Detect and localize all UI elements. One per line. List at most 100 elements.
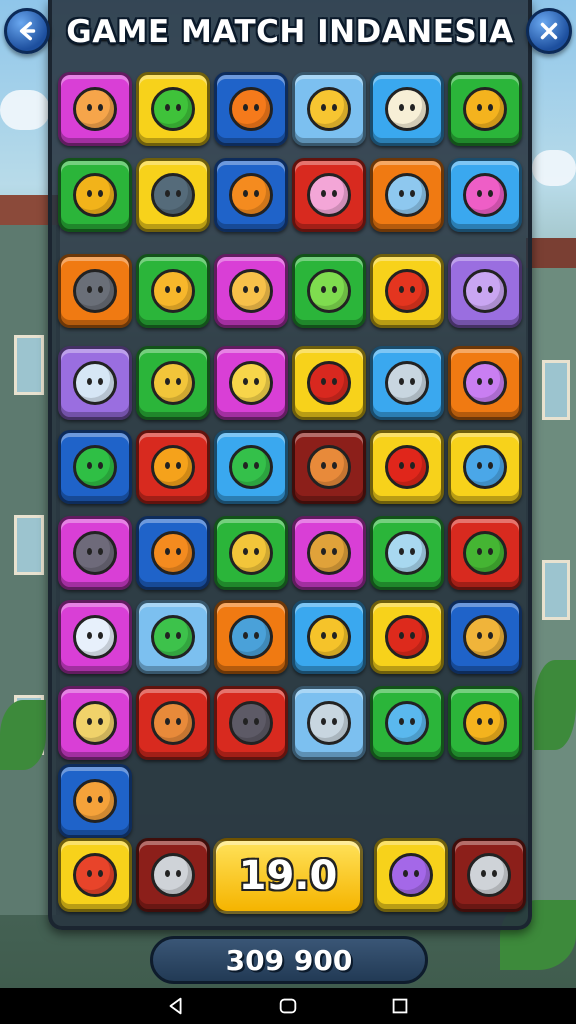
- game-tile[interactable]: [448, 72, 522, 146]
- dagger-icon: [151, 853, 195, 897]
- llama-face-icon: [385, 87, 429, 131]
- sun-face-icon: [229, 173, 273, 217]
- game-tile[interactable]: [292, 686, 366, 760]
- game-tile[interactable]: [58, 838, 132, 912]
- game-tile[interactable]: [58, 516, 132, 590]
- game-tile[interactable]: [370, 430, 444, 504]
- cat-bust-icon: [463, 269, 507, 313]
- game-tile[interactable]: [136, 158, 210, 232]
- crossed-swords-icon: [463, 615, 507, 659]
- fox-face-icon: [229, 269, 273, 313]
- game-tile[interactable]: [214, 158, 288, 232]
- game-tile[interactable]: [448, 686, 522, 760]
- game-tile[interactable]: [214, 346, 288, 420]
- green-pot-icon: [463, 531, 507, 575]
- duck-figure-icon: [229, 361, 273, 405]
- game-tile[interactable]: [448, 346, 522, 420]
- nav-home-icon[interactable]: [277, 995, 299, 1017]
- game-tile[interactable]: [214, 600, 288, 674]
- game-tile[interactable]: [292, 516, 366, 590]
- game-tile[interactable]: [58, 686, 132, 760]
- spinning-top-icon: [307, 87, 351, 131]
- game-tile[interactable]: [452, 838, 526, 912]
- golden-bar-icon: [463, 87, 507, 131]
- lion-face-icon: [307, 615, 351, 659]
- move-counter: 19.0: [213, 838, 363, 914]
- dagger-icon: [467, 853, 511, 897]
- game-tile[interactable]: [136, 838, 210, 912]
- game-tile[interactable]: [448, 516, 522, 590]
- game-tile[interactable]: [58, 158, 132, 232]
- red-hook-icon: [385, 445, 429, 489]
- game-tile[interactable]: [292, 430, 366, 504]
- game-tile[interactable]: [448, 430, 522, 504]
- game-tile[interactable]: [58, 430, 132, 504]
- game-tile[interactable]: [370, 72, 444, 146]
- robot-bunny-icon: [73, 615, 117, 659]
- game-tile[interactable]: [58, 600, 132, 674]
- crossed-tools-icon: [151, 173, 195, 217]
- pig-face-icon: [307, 173, 351, 217]
- green-spiky-ball-icon: [73, 445, 117, 489]
- blue-cat-face-icon: [229, 615, 273, 659]
- game-tile[interactable]: [370, 346, 444, 420]
- game-tile[interactable]: [448, 158, 522, 232]
- spiky-ball-icon: [151, 87, 195, 131]
- game-tile[interactable]: [292, 72, 366, 146]
- goblin-face-icon: [307, 269, 351, 313]
- chat-bubble-face-icon: [151, 269, 195, 313]
- light-blue-bar-icon: [385, 531, 429, 575]
- sun-face-icon: [151, 531, 195, 575]
- game-tile[interactable]: [214, 516, 288, 590]
- game-tile[interactable]: [214, 254, 288, 328]
- game-tile[interactable]: [448, 600, 522, 674]
- red-drop-icon: [307, 361, 351, 405]
- system-navbar: [0, 988, 576, 1024]
- game-tile[interactable]: [136, 430, 210, 504]
- star-face-icon: [73, 87, 117, 131]
- game-tile[interactable]: [370, 254, 444, 328]
- game-tile[interactable]: [292, 346, 366, 420]
- nav-back-icon[interactable]: [165, 995, 187, 1017]
- knight-figure-icon: [73, 269, 117, 313]
- game-tile[interactable]: [58, 72, 132, 146]
- vase-icon: [463, 445, 507, 489]
- game-tile[interactable]: [292, 600, 366, 674]
- purple-chat-face-icon: [389, 853, 433, 897]
- crossed-feathers-icon: [229, 531, 273, 575]
- game-tile[interactable]: [136, 686, 210, 760]
- sword-icon: [307, 531, 351, 575]
- game-tile[interactable]: [214, 686, 288, 760]
- game-tile[interactable]: [292, 254, 366, 328]
- game-tile[interactable]: [292, 158, 366, 232]
- game-tile[interactable]: [214, 72, 288, 146]
- back-button[interactable]: [4, 8, 50, 54]
- robot-face-icon: [385, 173, 429, 217]
- green-drop-face-icon: [229, 445, 273, 489]
- close-button[interactable]: [526, 8, 572, 54]
- game-tile[interactable]: [214, 430, 288, 504]
- crossed-feathers-icon: [151, 361, 195, 405]
- game-tile[interactable]: [58, 346, 132, 420]
- fox-face-icon: [73, 779, 117, 823]
- game-tile[interactable]: [370, 516, 444, 590]
- game-tile[interactable]: [58, 764, 132, 838]
- game-tile[interactable]: [370, 600, 444, 674]
- game-tile[interactable]: [448, 254, 522, 328]
- grey-cat-face-icon: [229, 701, 273, 745]
- game-tile[interactable]: [370, 158, 444, 232]
- game-tile[interactable]: [136, 346, 210, 420]
- game-tile[interactable]: [136, 254, 210, 328]
- game-tile[interactable]: [136, 600, 210, 674]
- game-tile[interactable]: [374, 838, 448, 912]
- green-chat-face-icon: [151, 615, 195, 659]
- cloud: [532, 150, 576, 186]
- game-tile[interactable]: [136, 516, 210, 590]
- popsicle-icon: [463, 361, 507, 405]
- gumball-jar-icon: [73, 361, 117, 405]
- nav-recents-icon[interactable]: [389, 995, 411, 1017]
- blue-balloon-icon: [385, 701, 429, 745]
- game-tile[interactable]: [370, 686, 444, 760]
- game-tile[interactable]: [136, 72, 210, 146]
- game-tile[interactable]: [58, 254, 132, 328]
